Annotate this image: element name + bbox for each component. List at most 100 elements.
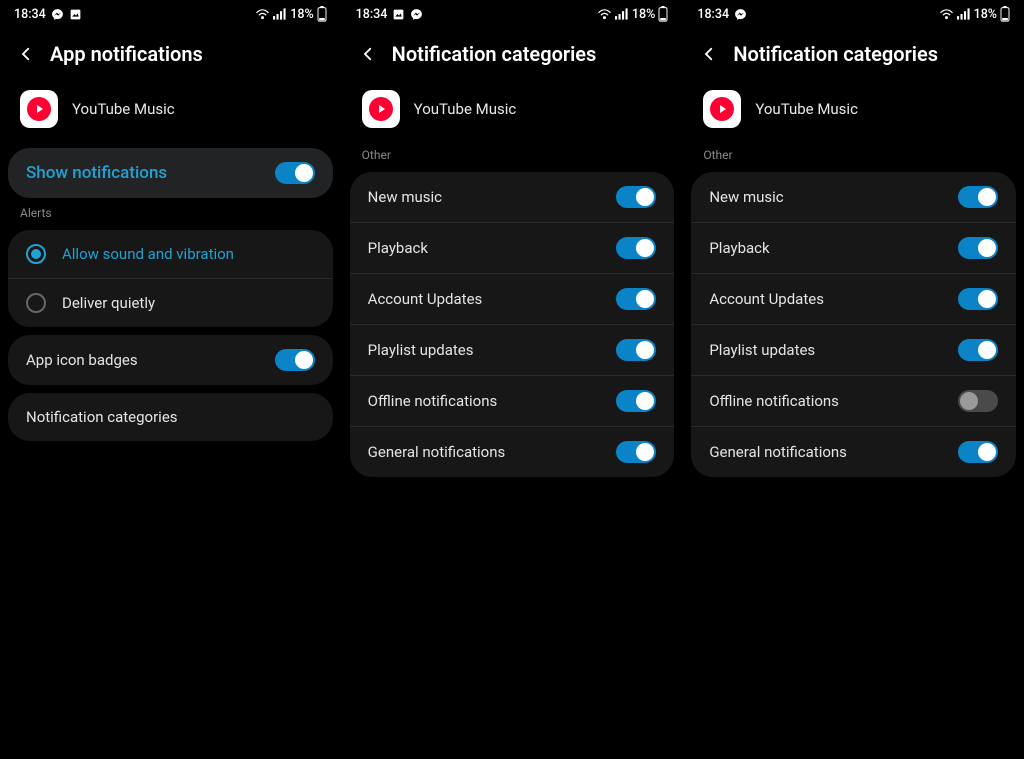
- messenger-icon: [410, 8, 423, 21]
- signal-icon: [957, 8, 971, 20]
- category-label: Playback: [709, 239, 769, 257]
- category-toggle-row[interactable]: Playlist updates: [350, 324, 675, 375]
- app-header-row[interactable]: YouTube Music: [342, 84, 683, 144]
- category-label: Playback: [368, 239, 428, 257]
- youtube-music-icon: [20, 90, 58, 128]
- show-notifications-card: Show notifications: [8, 148, 333, 198]
- category-label: New music: [709, 188, 783, 206]
- category-toggle-row[interactable]: Account Updates: [691, 273, 1016, 324]
- alerts-card: Allow sound and vibration Deliver quietl…: [8, 230, 333, 327]
- categories-list-card: New music Playback Account Updates Playlist…: [691, 172, 1016, 477]
- categories-card: Notification categories: [8, 393, 333, 441]
- radio-deliver-quietly[interactable]: Deliver quietly: [8, 278, 333, 327]
- status-bar: 18:34 18%: [683, 0, 1024, 28]
- badges-toggle[interactable]: [275, 349, 315, 371]
- pane-categories-a: 18:34 18% Notification categories YouTub…: [341, 0, 683, 759]
- category-label: Account Updates: [709, 290, 824, 308]
- battery-icon: [1000, 6, 1010, 22]
- app-header-row[interactable]: YouTube Music: [0, 84, 341, 144]
- pane-app-notifications: 18:34 18% App notifications YouTube Musi…: [0, 0, 341, 759]
- category-toggle[interactable]: [958, 288, 998, 310]
- category-toggle-row[interactable]: Account Updates: [350, 273, 675, 324]
- app-name-label: YouTube Music: [72, 100, 175, 118]
- radio-icon-unselected: [26, 293, 46, 313]
- category-toggle-row[interactable]: New music: [691, 172, 1016, 222]
- category-toggle-row[interactable]: Offline notifications: [350, 375, 675, 426]
- app-name-label: YouTube Music: [755, 100, 858, 118]
- wifi-icon: [597, 8, 612, 20]
- wifi-icon: [939, 8, 954, 20]
- gallery-icon: [69, 8, 82, 21]
- category-label: Playlist updates: [368, 341, 474, 359]
- page-title: Notification categories: [392, 42, 597, 66]
- category-toggle-row[interactable]: New music: [350, 172, 675, 222]
- status-bar: 18:34 18%: [0, 0, 341, 28]
- pane-categories-b: 18:34 18% Notification categories YouTub…: [682, 0, 1024, 759]
- show-notifications-toggle[interactable]: [275, 162, 315, 184]
- youtube-music-icon: [703, 90, 741, 128]
- messenger-icon: [734, 8, 747, 21]
- category-toggle[interactable]: [958, 390, 998, 412]
- battery-icon: [317, 6, 327, 22]
- radio-sound-label: Allow sound and vibration: [62, 245, 234, 263]
- category-toggle[interactable]: [958, 441, 998, 463]
- category-toggle[interactable]: [958, 186, 998, 208]
- category-toggle[interactable]: [616, 441, 656, 463]
- youtube-music-icon: [362, 90, 400, 128]
- badges-card: App icon badges: [8, 335, 333, 385]
- radio-allow-sound[interactable]: Allow sound and vibration: [8, 230, 333, 278]
- signal-icon: [615, 8, 629, 20]
- category-toggle-row[interactable]: General notifications: [350, 426, 675, 477]
- page-header: Notification categories: [342, 28, 683, 84]
- back-button[interactable]: [699, 44, 719, 64]
- back-button[interactable]: [358, 44, 378, 64]
- page-header: App notifications: [0, 28, 341, 84]
- category-label: Account Updates: [368, 290, 483, 308]
- status-time: 18:34: [14, 7, 46, 22]
- category-label: Playlist updates: [709, 341, 815, 359]
- app-header-row[interactable]: YouTube Music: [683, 84, 1024, 144]
- category-toggle[interactable]: [616, 390, 656, 412]
- alerts-section-label: Alerts: [0, 202, 341, 226]
- notification-categories-row[interactable]: Notification categories: [8, 393, 333, 441]
- category-toggle[interactable]: [958, 237, 998, 259]
- status-time: 18:34: [356, 7, 388, 22]
- battery-pct: 18%: [290, 7, 313, 22]
- gallery-icon: [392, 8, 405, 21]
- status-bar: 18:34 18%: [342, 0, 683, 28]
- category-toggle[interactable]: [616, 237, 656, 259]
- other-section-label: Other: [342, 144, 683, 168]
- wifi-icon: [255, 8, 270, 20]
- app-icon-badges-row[interactable]: App icon badges: [8, 335, 333, 385]
- category-toggle[interactable]: [616, 186, 656, 208]
- category-label: General notifications: [709, 443, 847, 461]
- app-name-label: YouTube Music: [414, 100, 517, 118]
- battery-pct: 18%: [632, 7, 655, 22]
- battery-icon: [658, 6, 668, 22]
- page-title: App notifications: [50, 42, 203, 66]
- show-notifications-label: Show notifications: [26, 163, 167, 183]
- category-label: General notifications: [368, 443, 506, 461]
- category-toggle-row[interactable]: General notifications: [691, 426, 1016, 477]
- categories-list-card: New music Playback Account Updates Playlist…: [350, 172, 675, 477]
- category-toggle-row[interactable]: Playlist updates: [691, 324, 1016, 375]
- back-button[interactable]: [16, 44, 36, 64]
- category-toggle[interactable]: [616, 288, 656, 310]
- category-label: New music: [368, 188, 442, 206]
- category-toggle-row[interactable]: Playback: [691, 222, 1016, 273]
- signal-icon: [273, 8, 287, 20]
- category-toggle-row[interactable]: Playback: [350, 222, 675, 273]
- category-label: Offline notifications: [709, 392, 839, 410]
- badges-label: App icon badges: [26, 351, 138, 369]
- categories-label: Notification categories: [26, 408, 178, 426]
- show-notifications-toggle-row[interactable]: Show notifications: [8, 148, 333, 198]
- category-toggle[interactable]: [616, 339, 656, 361]
- status-time: 18:34: [697, 7, 729, 22]
- page-header: Notification categories: [683, 28, 1024, 84]
- radio-quiet-label: Deliver quietly: [62, 294, 155, 312]
- page-title: Notification categories: [733, 42, 938, 66]
- radio-icon-selected: [26, 244, 46, 264]
- battery-pct: 18%: [974, 7, 997, 22]
- category-toggle-row[interactable]: Offline notifications: [691, 375, 1016, 426]
- category-toggle[interactable]: [958, 339, 998, 361]
